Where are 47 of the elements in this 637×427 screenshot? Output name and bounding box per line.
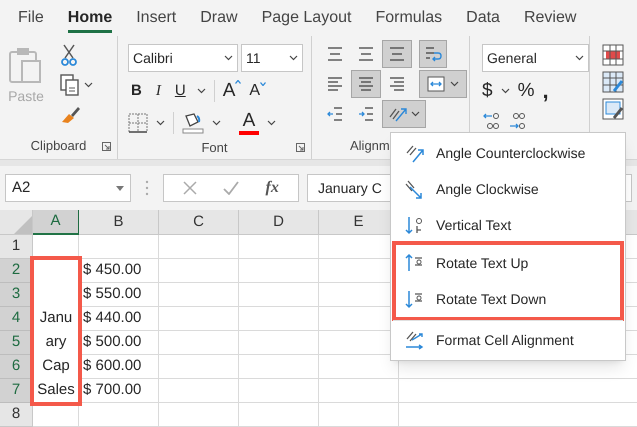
italic-button[interactable]: I: [152, 80, 164, 102]
row-header[interactable]: 3: [0, 283, 33, 307]
menu-item[interactable]: Rotate Text Up: [396, 245, 620, 281]
bold-button[interactable]: B: [128, 80, 145, 102]
group-label: Clipboard: [30, 137, 86, 156]
column-header[interactable]: D: [239, 210, 319, 235]
group-label: Alignm: [350, 137, 390, 156]
menu-item[interactable]: Angle Counterclockwise: [391, 135, 625, 171]
number-format-dropdown[interactable]: General: [482, 44, 589, 72]
column-header[interactable]: C: [159, 210, 239, 235]
cell-text-line: Sales: [37, 380, 75, 400]
cell-text-line: Cap: [42, 356, 70, 376]
ribbon-tab[interactable]: Data: [456, 0, 510, 36]
ribbon-tab[interactable]: Insert: [126, 0, 186, 36]
row-header[interactable]: 2: [0, 259, 33, 283]
ribbon-tab[interactable]: Draw: [190, 0, 248, 36]
cell-text-line: Janu: [40, 308, 72, 328]
ribbon-tab[interactable]: Formulas: [365, 0, 452, 36]
merged-cell[interactable]: Janu ary Cap Sales: [30, 256, 82, 406]
grow-font-button[interactable]: A: [222, 76, 242, 106]
row-header[interactable]: 8: [0, 403, 33, 427]
percent-button[interactable]: %: [518, 76, 534, 106]
menu-item[interactable]: Angle Clockwise: [391, 171, 625, 207]
row-header[interactable]: 4: [0, 307, 33, 331]
row-header[interactable]: 7: [0, 379, 33, 403]
group-label: Font: [201, 138, 228, 157]
font-size-dropdown[interactable]: 11: [241, 44, 303, 72]
name-box[interactable]: A2: [5, 174, 131, 202]
cell-text-line: ary: [46, 332, 66, 352]
ribbon-tab[interactable]: Home: [58, 0, 122, 36]
row-header[interactable]: 5: [0, 331, 33, 355]
row-header[interactable]: 6: [0, 355, 33, 379]
currency-button[interactable]: $: [482, 76, 493, 106]
comma-style-button[interactable]: ,: [542, 81, 549, 101]
font-name-dropdown[interactable]: Calibri: [128, 44, 238, 72]
ribbon-tab[interactable]: Page Layout: [252, 0, 362, 36]
font-color-button[interactable]: A: [239, 111, 259, 135]
underline-button[interactable]: U: [172, 80, 189, 102]
menu-item[interactable]: Rotate Text Down: [396, 281, 620, 317]
column-header[interactable]: B: [79, 210, 159, 235]
ribbon-tab[interactable]: Review: [514, 0, 586, 36]
column-header[interactable]: A: [33, 210, 79, 235]
insert-function-button[interactable]: fx: [266, 176, 279, 200]
shrink-font-button[interactable]: A: [249, 79, 266, 103]
row-header[interactable]: 1: [0, 235, 33, 259]
ribbon-tab[interactable]: File: [8, 0, 54, 36]
menu-item[interactable]: Format Cell Alignment: [391, 322, 625, 358]
